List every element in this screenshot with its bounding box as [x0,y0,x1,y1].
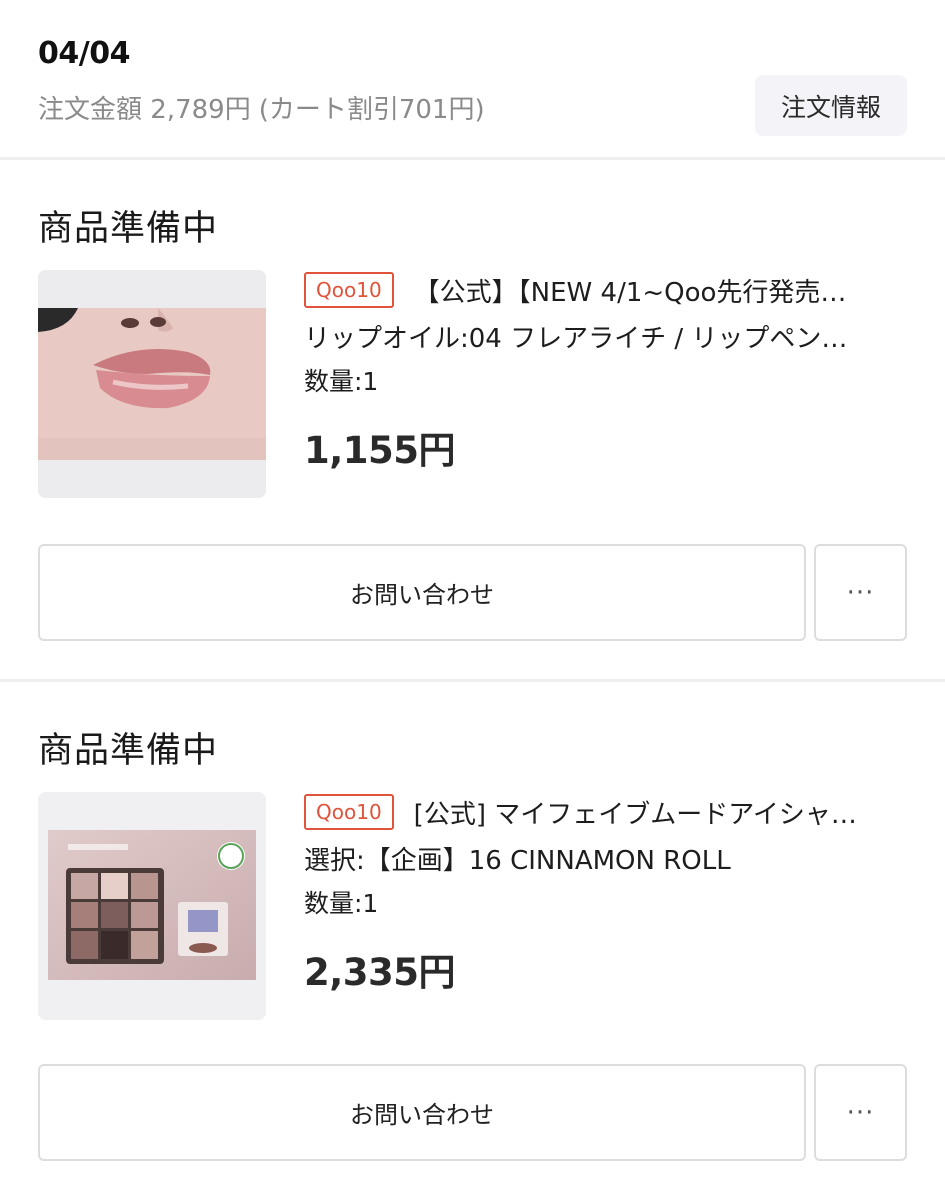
product-option: 選択:【企画】16 CINNAMON ROLL [304,846,731,876]
product-quantity: 数量:1 [304,889,379,918]
title-row: Qoo10 【公式】【NEW 4/1~Qoo先行発売… [304,268,907,312]
order-info-button[interactable]: 注文情報 [755,75,907,136]
order-item: 商品準備中 Qoo10 [公式] マイフェイブムードアイシャ… 選択:【企画】1… [0,682,945,1197]
product-info: Qoo10 【公式】【NEW 4/1~Qoo先行発売… リップオイル:04 フレ… [304,268,907,474]
order-amount: 注文金額 2,789円 [38,95,251,125]
product-option: リップオイル:04 フレアライチ / リップペン… [304,324,848,354]
qoo10-badge: Qoo10 [304,272,394,308]
cart-discount: (カート割引701円) [258,95,485,125]
eyeshadow-palette-product-photo-icon [38,792,266,1020]
contact-button[interactable]: お問い合わせ [38,544,806,641]
qoo10-badge: Qoo10 [304,794,394,830]
contact-button[interactable]: お問い合わせ [38,1064,806,1161]
more-options-button[interactable]: ··· [814,544,907,641]
more-options-button[interactable]: ··· [814,1064,907,1161]
product-title[interactable]: [公式] マイフェイブムードアイシャ… [414,794,857,831]
order-date: 04/04 [38,36,130,71]
product-quantity: 数量:1 [304,367,379,396]
product-title[interactable]: 【公式】【NEW 4/1~Qoo先行発売… [414,272,847,309]
title-row: Qoo10 [公式] マイフェイブムードアイシャ… [304,790,907,834]
product-price: 1,155円 [304,429,456,472]
product-image-lip-oil[interactable] [38,270,266,498]
order-header: 04/04 注文金額 2,789円 (カート割引701円) 注文情報 [0,0,945,160]
product-image-eyeshadow[interactable] [38,792,266,1020]
item-status: 商品準備中 [38,209,219,249]
lip-oil-product-photo-icon [38,270,266,498]
product-info: Qoo10 [公式] マイフェイブムードアイシャ… 選択:【企画】16 CINN… [304,790,907,996]
product-price: 2,335円 [304,951,456,994]
item-status: 商品準備中 [38,731,219,771]
order-item: 商品準備中 Qoo10 【公式】【NEW 4/1~Qoo先行発売… リップオイル… [0,160,945,682]
